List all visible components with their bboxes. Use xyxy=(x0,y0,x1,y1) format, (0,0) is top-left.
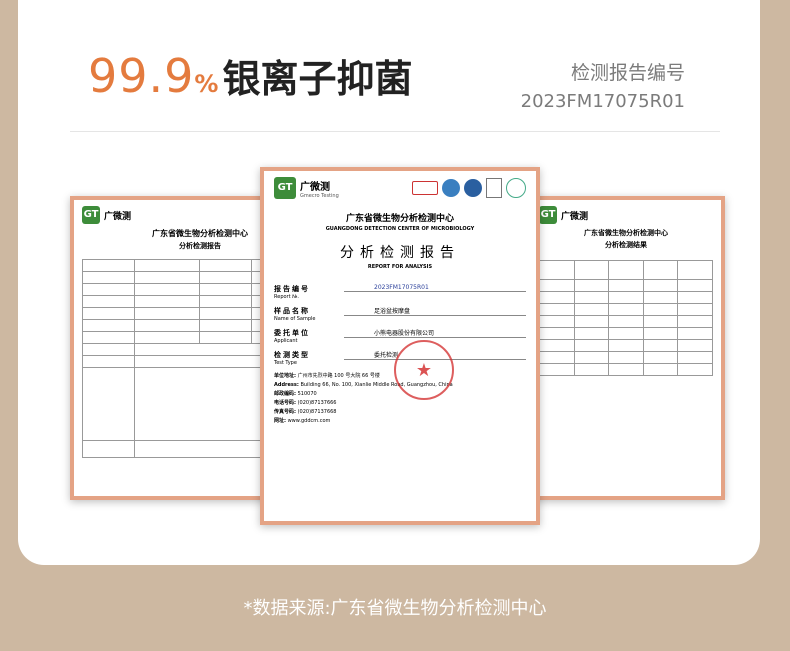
brand-name: 广微测 xyxy=(300,181,330,193)
brand-logo-icon: GT xyxy=(539,206,557,224)
certification-marks xyxy=(412,178,526,198)
org-name-en: GUANGDONG DETECTION CENTER OF MICROBIOLO… xyxy=(325,226,475,232)
field-row: 报告编号 Report №. 2023FM17075R01 xyxy=(274,284,526,300)
org-name: 广东省微生物分析检测中心 xyxy=(584,229,668,237)
results-table xyxy=(539,260,713,376)
headline-percent: % xyxy=(194,70,219,98)
applicant-field: 小熊电器股份有限公司 xyxy=(344,328,526,338)
ilac-mark-icon xyxy=(442,179,460,197)
cma-seal-icon xyxy=(506,178,526,198)
contact-line: 电话号码: (020)87137666 xyxy=(274,400,337,406)
field-row: 样品名称 Name of Sample 足浴盆按摩盘 xyxy=(274,306,526,322)
headline-title: 银离子抑菌 xyxy=(222,57,413,101)
doc-title: 分析检测报告 xyxy=(340,245,460,261)
brand-name: 广微测 xyxy=(561,211,589,222)
divider xyxy=(70,131,720,132)
data-source-note: *数据来源:广东省微生物分析检测中心 xyxy=(243,598,547,619)
brand-name-en: Gmecro Testing xyxy=(300,192,339,199)
brand-logo-icon: GT xyxy=(274,177,296,199)
testing-mark-icon xyxy=(486,178,502,198)
report-number-label: 检测报告编号 xyxy=(570,62,685,84)
contact-line: 邮政编码: 510070 xyxy=(274,391,317,397)
contact-line: 传真号码: (020)87137668 xyxy=(274,409,337,415)
headline-number: 99.9 xyxy=(88,49,195,103)
sample-name-field: 足浴盆按摩盘 xyxy=(344,306,526,316)
cma-mark-icon xyxy=(412,181,438,195)
brand-name: 广微测 xyxy=(104,211,132,222)
report-number-value: 2023FM17075R01 xyxy=(520,91,685,112)
doc-title: 分析检测结果 xyxy=(605,241,647,249)
report-page-right: GT 广微测 广东省微生物分析检测中心 分析检测结果 xyxy=(527,196,725,500)
org-name: 广东省微生物分析检测中心 xyxy=(345,214,454,224)
contact-line: 网址: www.gddcm.com xyxy=(274,418,331,424)
doc-title-en: REPORT FOR ANALYSIS xyxy=(367,264,433,270)
official-seal-icon: ★ xyxy=(394,340,454,400)
report-number-block: 检测报告编号 2023FM17075R01 xyxy=(521,58,685,112)
report-page-center: GT 广微测 Gmecro Testing 广东省微生物分析检测中心 GUANG… xyxy=(260,167,540,525)
headline: 99.9 % 银离子抑菌 xyxy=(88,48,412,103)
cnas-mark-icon xyxy=(464,179,482,197)
brand-logo-icon: GT xyxy=(82,206,100,224)
field-row: 委托单位 Applicant 小熊电器股份有限公司 xyxy=(274,328,526,344)
report-number-field: 2023FM17075R01 xyxy=(344,284,526,292)
contact-block: 单位地址: 广州市先烈中路 100 号大院 66 号楼 Address: Bui… xyxy=(274,340,526,426)
